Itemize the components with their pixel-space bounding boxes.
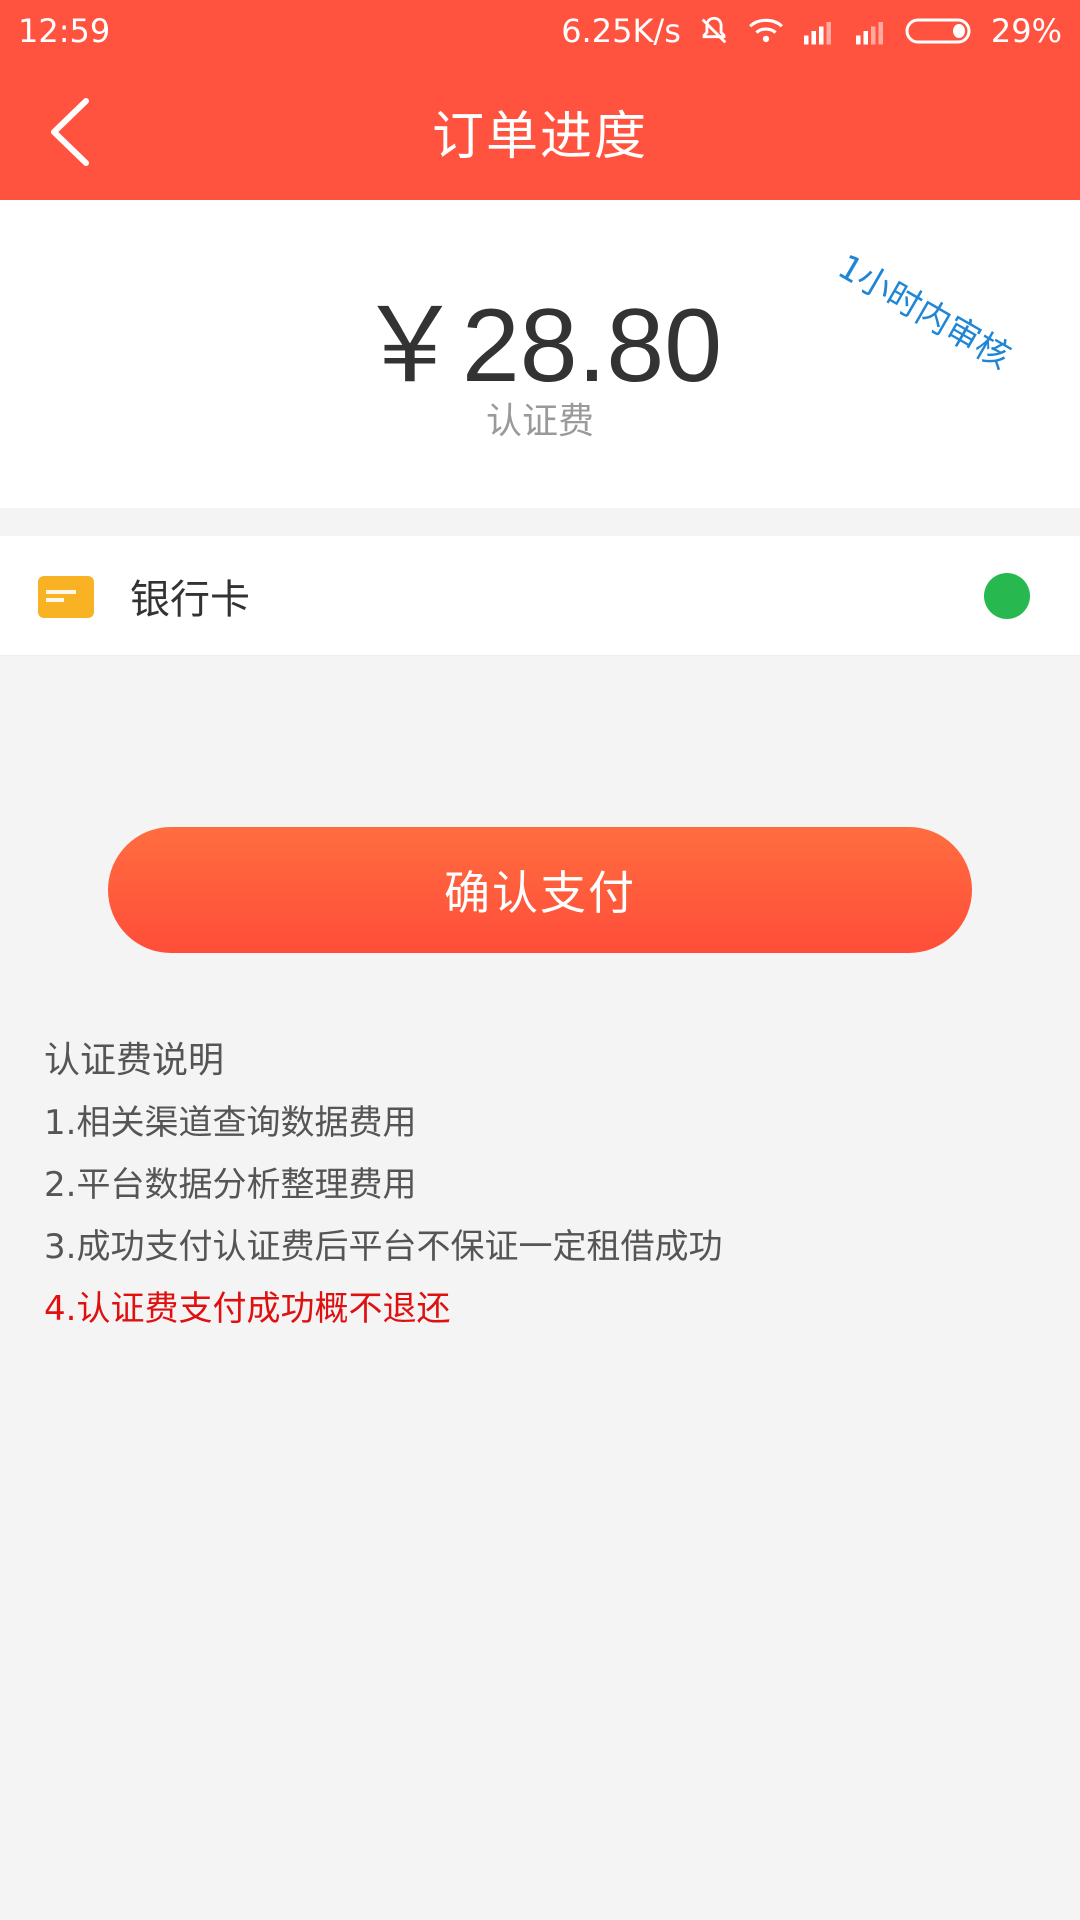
fee-notes: 认证费说明 1.相关渠道查询数据费用 2.平台数据分析整理费用 3.成功支付认证… [44, 1030, 1044, 1340]
payment-method-bank-card[interactable]: 银行卡 [0, 536, 1080, 656]
amount-card: ￥28.80 认证费 1小时内审核 [0, 200, 1080, 508]
network-speed: 6.25K/s [561, 12, 681, 50]
notes-title: 认证费说明 [44, 1040, 225, 1081]
amount-label: 认证费 [485, 401, 594, 442]
bank-card-icon [38, 576, 94, 618]
wifi-icon [747, 16, 785, 46]
battery-icon [905, 17, 975, 45]
battery-level: 29% [990, 12, 1062, 50]
confirm-pay-button[interactable]: 确认支付 [108, 827, 972, 953]
signal-icon [853, 17, 889, 45]
payment-method-label: 银行卡 [130, 577, 250, 623]
app-bar: 订单进度 [0, 62, 1080, 200]
note-item: 3.成功支付认证费后平台不保证一定租借成功 [44, 1227, 723, 1267]
status-right: 6.25K/s 29% [561, 12, 1062, 50]
page-title: 订单进度 [431, 106, 648, 167]
note-item-warning: 4.认证费支付成功概不退还 [44, 1289, 451, 1329]
signal-icon [801, 17, 837, 45]
note-item: 2.平台数据分析整理费用 [44, 1165, 417, 1205]
selected-radio[interactable] [984, 573, 1030, 619]
note-item: 1.相关渠道查询数据费用 [44, 1103, 417, 1143]
bell-off-icon [697, 14, 731, 48]
status-time: 12:59 [18, 12, 111, 50]
status-bar: 12:59 6.25K/s 29% [0, 0, 1080, 62]
